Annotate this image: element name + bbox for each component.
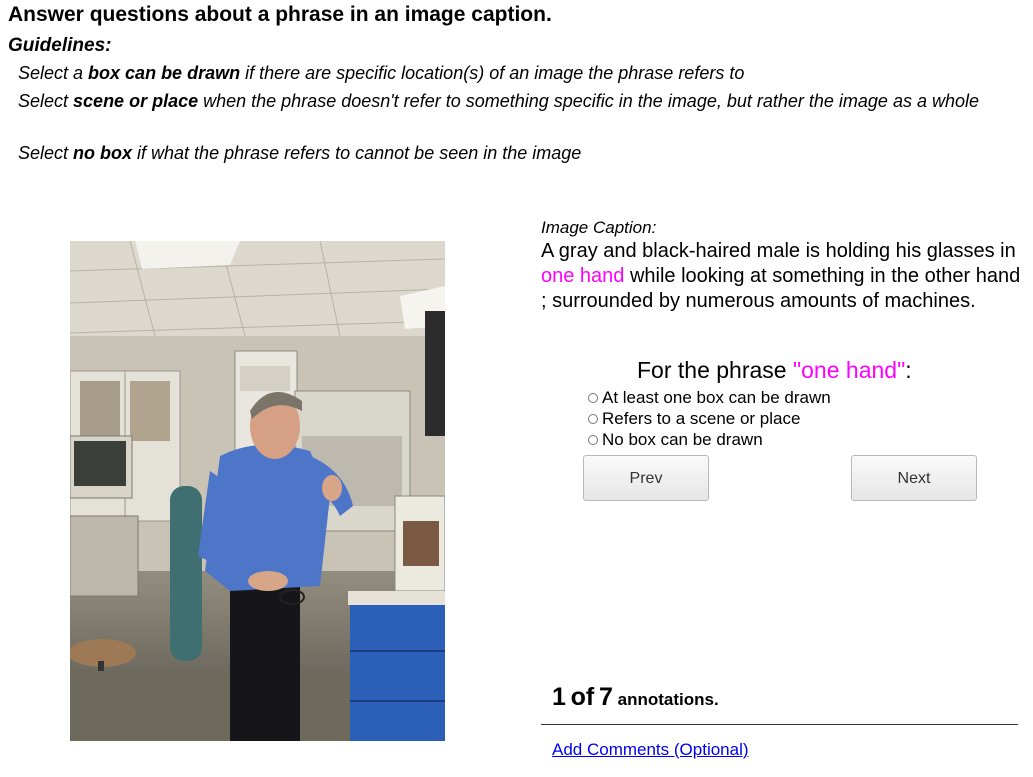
guideline-box: Select a box can be drawn if there are s… (18, 61, 1008, 85)
guideline-scene: Select scene or place when the phrase do… (18, 89, 1008, 113)
question-phrase: "one hand" (792, 357, 906, 383)
guideline-keyword: scene or place (73, 91, 199, 111)
option-no-box[interactable]: No box can be drawn (588, 430, 763, 450)
option-label: Refers to a scene or place (602, 409, 801, 428)
caption-label: Image Caption: (541, 218, 657, 237)
radio-scene-place[interactable] (588, 414, 598, 424)
guideline-text: Select a (18, 63, 89, 83)
option-label: No box can be drawn (602, 430, 763, 449)
divider (541, 724, 1018, 725)
guideline-keyword: no box (73, 143, 133, 163)
caption-text: A gray and black-haired male is holding … (541, 239, 1021, 314)
guideline-text: Select (18, 91, 74, 111)
guideline-text: Select (18, 143, 74, 163)
phrase-question: For the phrase "one hand": (637, 357, 912, 383)
caption-photo (70, 241, 445, 741)
add-comments-link[interactable]: Add Comments (Optional) (552, 740, 749, 760)
guideline-no-box: Select no box if what the phrase refers … (18, 141, 1008, 165)
total-count: 7 (598, 683, 613, 711)
option-box-drawn[interactable]: At least one box can be drawn (588, 388, 831, 408)
next-button[interactable]: Next (851, 455, 977, 501)
caption-before: A gray and black-haired male is holding … (541, 240, 1016, 262)
radio-no-box[interactable] (588, 435, 598, 445)
annotation-count: 1 of 7 annotations. (552, 683, 719, 711)
option-scene-place[interactable]: Refers to a scene or place (588, 409, 800, 429)
option-label: At least one box can be drawn (602, 388, 831, 407)
radio-box-drawn[interactable] (588, 393, 598, 403)
current-count: 1 (552, 683, 566, 711)
guideline-text: if what the phrase refers to cannot be s… (132, 143, 582, 163)
guideline-text: when the phrase doesn't refer to somethi… (198, 91, 979, 111)
guidelines-heading: Guidelines: (8, 35, 112, 56)
guideline-text: if there are specific location(s) of an … (240, 63, 745, 83)
prev-button[interactable]: Prev (583, 455, 709, 501)
caption-highlight-phrase: one hand (541, 265, 625, 287)
guideline-keyword: box can be drawn (88, 63, 241, 83)
page-title: Answer questions about a phrase in an im… (8, 3, 552, 26)
